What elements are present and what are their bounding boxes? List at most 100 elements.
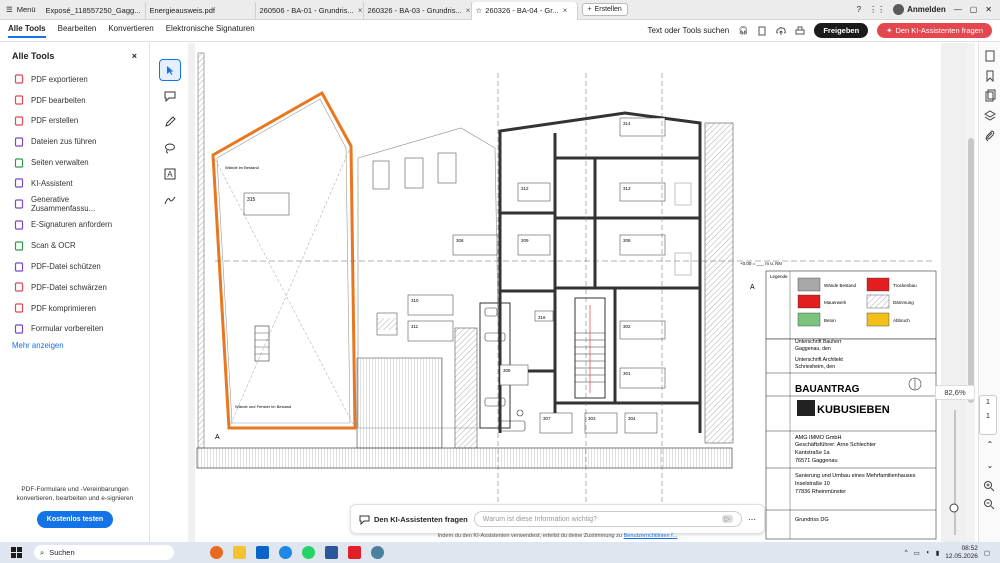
outlook-icon[interactable] xyxy=(256,546,269,559)
firefox-icon[interactable] xyxy=(210,546,223,559)
network-icon[interactable]: ▭ xyxy=(914,549,920,557)
help-icon[interactable]: ? xyxy=(857,5,861,14)
tool-item[interactable]: Generative Zusammenfassu... xyxy=(0,194,149,215)
ki-question-input[interactable]: Warum ist diese Information wichtig? ▷ xyxy=(473,511,742,527)
chevron-down-icon[interactable]: ⌄ xyxy=(983,461,997,470)
svg-text:311: 311 xyxy=(411,324,419,329)
free-trial-button[interactable]: Kostenlos testen xyxy=(36,511,114,528)
tool-item[interactable]: PDF komprimieren xyxy=(0,298,149,319)
layers-icon[interactable] xyxy=(983,109,997,123)
battery-icon[interactable]: ▮ xyxy=(936,549,940,557)
headphones-icon[interactable]: 🎧︎ xyxy=(738,26,748,35)
clock[interactable]: 08:52 12.05.2026 xyxy=(945,545,978,561)
browser-tab[interactable]: 260326 - BA-03 - Grundris... × xyxy=(364,1,472,20)
tool-item[interactable]: PDF exportieren xyxy=(0,69,149,90)
close-icon[interactable]: × xyxy=(563,6,568,15)
plus-icon: + xyxy=(587,6,592,13)
whatsapp-icon[interactable] xyxy=(302,546,315,559)
svg-text:312: 312 xyxy=(521,186,529,191)
menu-esign[interactable]: Elektronische Signaturen xyxy=(166,24,255,38)
browser-tab[interactable]: Exposé_118557250_Gagg...× xyxy=(42,1,146,20)
svg-text:316: 316 xyxy=(538,315,546,320)
freehand-tool[interactable] xyxy=(159,137,181,159)
tool-item[interactable]: Seiten verwalten xyxy=(0,152,149,173)
acrobat-icon[interactable] xyxy=(348,546,361,559)
close-icon[interactable]: × xyxy=(132,51,137,61)
menu-convert[interactable]: Konvertieren xyxy=(108,24,153,38)
minimize-icon[interactable]: — xyxy=(954,5,962,14)
sparkle-icon: ✦ xyxy=(886,26,893,35)
notification-icon[interactable]: ▢ xyxy=(984,549,990,557)
chevron-up-icon[interactable]: ^ xyxy=(905,549,908,556)
tool-item[interactable]: KI-Assistent xyxy=(0,173,149,194)
tool-item[interactable]: Dateien zus führen xyxy=(0,131,149,152)
zoom-out-icon[interactable] xyxy=(983,498,995,510)
svg-text:A: A xyxy=(167,170,173,179)
print-icon[interactable] xyxy=(795,26,805,36)
apps-grid-icon[interactable]: ⋮⋮ xyxy=(869,5,885,14)
tool-icon xyxy=(14,95,24,105)
send-icon[interactable]: ▷ xyxy=(721,515,733,523)
browser-tab-active[interactable]: ☆ 260326 - BA-04 - Gr... × xyxy=(471,1,578,20)
close-icon[interactable]: × xyxy=(358,6,363,15)
bookmark-icon[interactable] xyxy=(983,69,997,83)
svg-text:Trockenbau: Trockenbau xyxy=(893,283,917,288)
scrollbar-thumb[interactable] xyxy=(968,138,974,403)
tool-icon xyxy=(14,116,24,126)
taskbar-search[interactable]: ⌕ Suchen xyxy=(34,545,174,560)
windows-start-button[interactable] xyxy=(6,547,26,558)
guidelines-link[interactable]: Benutzerrichtlinien f... xyxy=(624,533,678,539)
upload-cloud-icon[interactable] xyxy=(776,26,787,36)
select-tool[interactable] xyxy=(159,59,181,81)
zoom-control: 82,6% xyxy=(935,385,975,535)
maximize-icon[interactable]: ▢ xyxy=(970,5,978,14)
attachment-icon[interactable] xyxy=(983,129,997,143)
tool-item[interactable]: E-Signaturen anfordern xyxy=(0,215,149,236)
zoom-level[interactable]: 82,6% xyxy=(935,385,975,400)
svg-text:Unterschrift Bauherr: Unterschrift Bauherr xyxy=(795,339,842,345)
hamburger-icon: ☰ xyxy=(6,5,13,14)
sign-tool[interactable] xyxy=(159,189,181,211)
zoom-slider[interactable] xyxy=(935,400,975,540)
tool-item[interactable]: Formular vorbereiten xyxy=(0,319,149,340)
word-icon[interactable] xyxy=(325,546,338,559)
show-more-link[interactable]: Mehr anzeigen xyxy=(0,339,149,352)
pages-icon[interactable] xyxy=(983,89,997,103)
tool-item[interactable]: PDF bearbeiten xyxy=(0,90,149,111)
tool-item[interactable]: PDF-Datei schwärzen xyxy=(0,277,149,298)
tool-item-label: Dateien zus führen xyxy=(31,137,97,147)
tool-search[interactable]: Text oder Tools suchen xyxy=(647,26,729,35)
menu-all-tools[interactable]: Alle Tools xyxy=(8,24,46,38)
app-icon[interactable] xyxy=(371,546,384,559)
svg-text:A: A xyxy=(750,284,755,291)
browser-menu-button[interactable]: ☰ Menü xyxy=(0,0,42,20)
new-tab-button[interactable]: + Erstellen xyxy=(581,3,628,16)
page-indicator[interactable]: 1 1 xyxy=(979,395,997,435)
quick-tools: A xyxy=(155,56,185,216)
close-icon[interactable]: × xyxy=(466,6,471,15)
more-options-icon[interactable]: ⋯ xyxy=(748,515,756,524)
signin-button[interactable]: Anmelden xyxy=(893,4,946,15)
tool-item[interactable]: PDF erstellen xyxy=(0,111,149,132)
document-icon[interactable] xyxy=(757,26,767,36)
svg-text:A: A xyxy=(215,434,220,441)
svg-text:309: 309 xyxy=(521,238,529,243)
document-viewer[interactable]: 315 Wände im Bestand Wände und Fenster i… xyxy=(188,43,968,542)
speaker-icon[interactable]: ◖ xyxy=(926,549,930,556)
tool-item[interactable]: Scan & OCR xyxy=(0,235,149,256)
zoom-in-icon[interactable] xyxy=(983,480,995,492)
tool-item[interactable]: PDF-Datei schützen xyxy=(0,256,149,277)
document-icon[interactable] xyxy=(983,49,997,63)
share-button[interactable]: Freigeben xyxy=(814,23,869,38)
window-close-icon[interactable]: ✕ xyxy=(985,5,992,14)
chevron-up-icon[interactable]: ⌃ xyxy=(983,440,997,449)
draw-tool[interactable] xyxy=(159,111,181,133)
menu-edit[interactable]: Bearbeiten xyxy=(58,24,97,38)
comment-tool[interactable] xyxy=(159,85,181,107)
explorer-icon[interactable] xyxy=(233,546,246,559)
browser-icon[interactable] xyxy=(279,546,292,559)
browser-tab[interactable]: Energieausweis.pdf xyxy=(146,1,256,20)
text-tool[interactable]: A xyxy=(159,163,181,185)
browser-tab[interactable]: 260506 - BA-01 - Grundris... × xyxy=(256,1,364,20)
ki-assistant-button[interactable]: ✦ Den KI-Assistenten fragen xyxy=(877,23,992,38)
